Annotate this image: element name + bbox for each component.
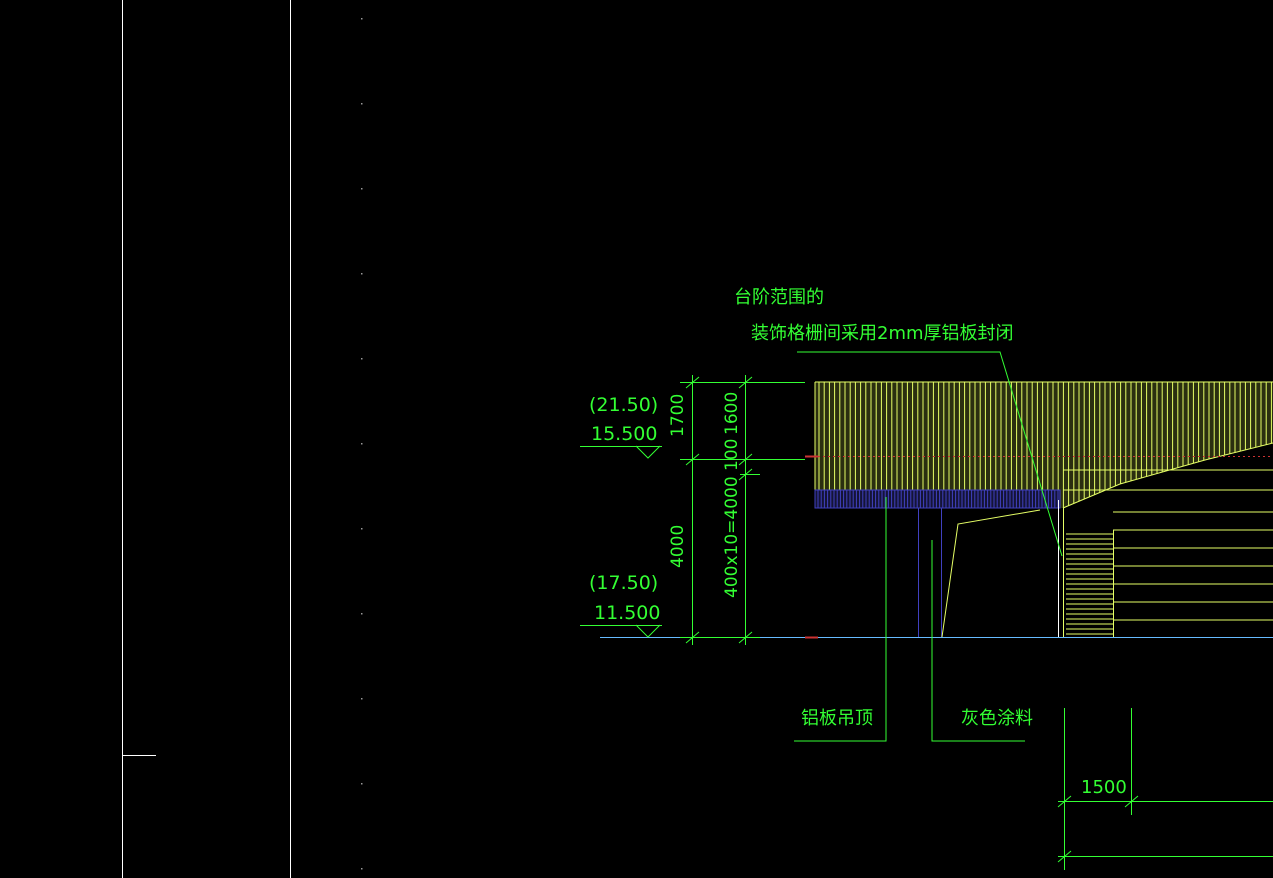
snap-grid-dots bbox=[361, 18, 363, 870]
note-line-1: 台阶范围的 bbox=[734, 287, 824, 308]
paint-label: 灰色涂料 bbox=[961, 708, 1033, 729]
note-line-2: 装饰格栅间采用2mm厚铝板封闭 bbox=[751, 323, 1014, 344]
aluminum-ceiling-band bbox=[814, 489, 1061, 509]
ceiling-label: 铝板吊顶 bbox=[801, 708, 873, 729]
elevation-upper-paren: (21.50) bbox=[589, 394, 658, 416]
dim-100: 100 bbox=[722, 439, 742, 471]
dim-1600: 1600 bbox=[722, 392, 742, 435]
decorative-grille bbox=[808, 381, 1273, 509]
dim-4000: 4000 bbox=[668, 525, 688, 568]
cad-drawing-canvas[interactable]: 台阶范围的 装饰格栅间采用2mm厚铝板封闭 铝板吊顶 灰色涂料 (21.50) … bbox=[0, 0, 1273, 878]
dim-400x10: 400x10=4000 bbox=[722, 476, 742, 598]
dim-1700: 1700 bbox=[668, 394, 688, 437]
elevation-lower-paren: (17.50) bbox=[589, 572, 658, 594]
elevation-upper-value: 15.500 bbox=[591, 423, 657, 445]
drawing-frame bbox=[122, 0, 291, 878]
elevation-lower-value: 11.500 bbox=[594, 602, 660, 624]
dim-1500: 1500 bbox=[1081, 777, 1127, 798]
